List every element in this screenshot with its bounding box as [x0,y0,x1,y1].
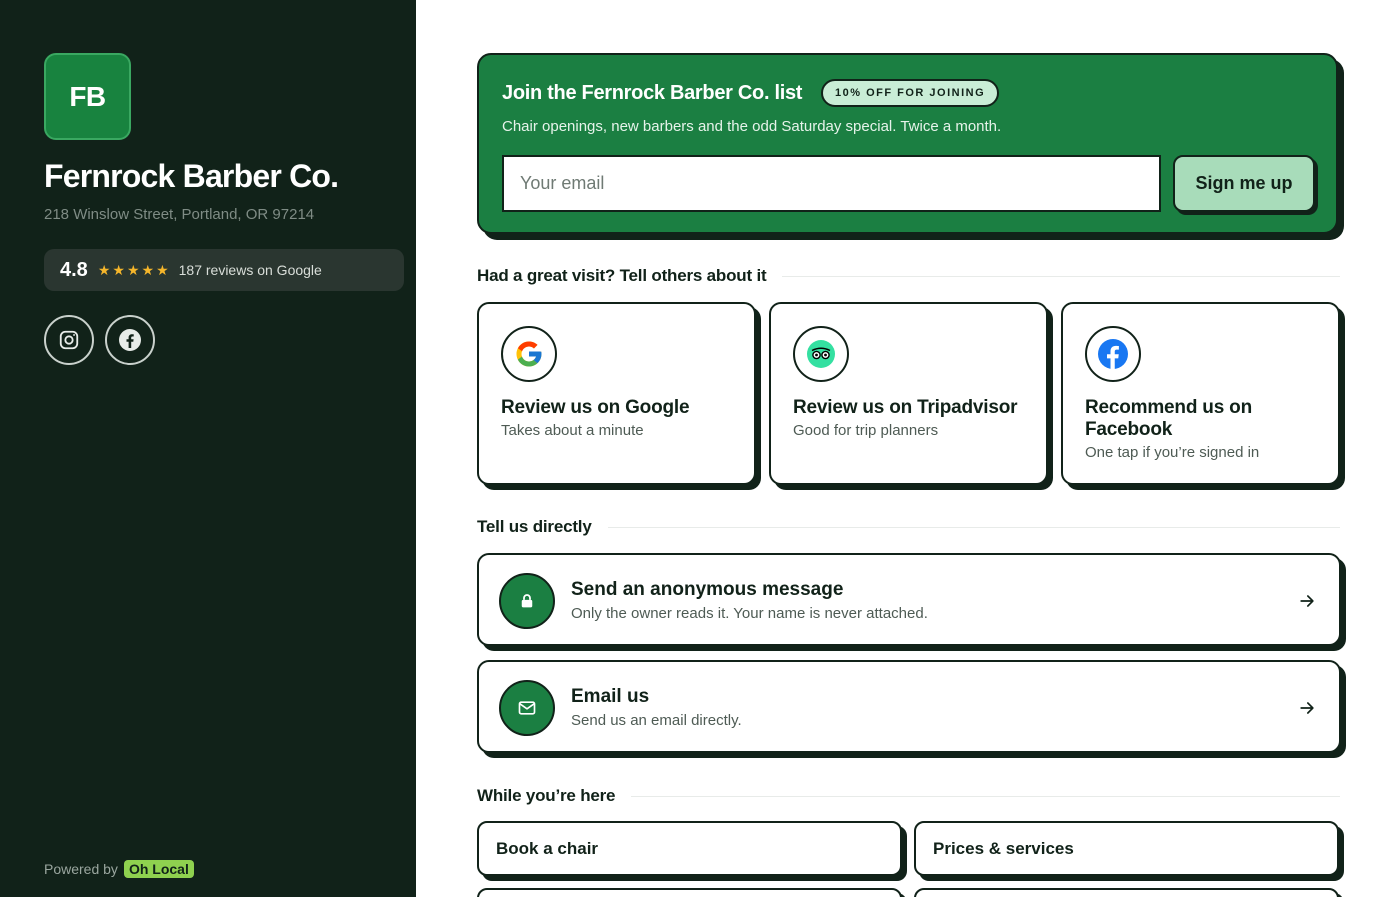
reviews-section-header: Had a great visit? Tell others about it [477,266,1340,286]
google-icon [516,341,542,367]
arrow-right-icon [1300,595,1314,607]
review-google-subtitle: Takes about a minute [501,422,644,439]
reviews-count: 187 reviews on Google [178,262,322,278]
divider [631,795,1340,797]
star-icon: ★ [126,262,140,278]
more-section-title: While you’re here [477,786,616,805]
signup-title: Join the Fernrock Barber Co. list [502,82,803,104]
rating-summary[interactable]: 4.8 ★ ★ ★ ★ ★ 187 reviews on Google [44,249,404,291]
divider [782,275,1340,277]
business-logo: FB [44,53,131,140]
reviews-section-title: Had a great visit? Tell others about it [477,266,767,285]
link-card-partial[interactable] [914,888,1339,897]
book-a-chair-link[interactable]: Book a chair [477,821,902,876]
business-address: 218 Winslow Street, Portland, OR 97214 [44,206,315,223]
email-us-subtitle: Send us an email directly. [571,712,742,729]
star-icon: ★ [156,262,169,278]
review-facebook-subtitle: One tap if you’re signed in [1085,444,1260,461]
powered-by-label: Powered by [44,861,118,877]
direct-section-header: Tell us directly [477,517,1340,537]
star-rating: ★ ★ ★ ★ ★ [98,263,169,277]
facebook-icon [119,329,141,351]
star-icon: ★ [97,262,111,278]
oh-local-brand[interactable]: Oh Local [123,860,194,878]
powered-by: Powered by Oh Local [44,860,194,878]
lock-icon [521,594,533,608]
review-facebook-card[interactable]: Recommend us on Facebook One tap if you’… [1061,302,1340,485]
email-input[interactable] [502,155,1161,212]
sidebar: FB Fernrock Barber Co. 218 Winslow Stree… [0,0,416,897]
review-tripadvisor-card[interactable]: Review us on Tripadvisor Good for trip p… [769,302,1048,485]
mail-icon-badge [499,680,555,736]
anonymous-message-title: Send an anonymous message [571,579,844,600]
instagram-link[interactable] [44,315,94,365]
review-tripadvisor-title: Review us on Tripadvisor [793,397,1018,418]
star-icon: ★ [112,262,125,278]
facebook-icon-badge [1085,326,1141,382]
email-us-card[interactable]: Email us Send us an email directly. [477,660,1341,753]
review-facebook-title: Recommend us on Facebook [1085,397,1252,440]
prices-services-link[interactable]: Prices & services [914,821,1339,876]
instagram-icon [59,330,79,350]
business-name: Fernrock Barber Co. [44,158,339,194]
tripadvisor-icon-badge [793,326,849,382]
review-tripadvisor-subtitle: Good for trip planners [793,422,939,439]
newsletter-signup: Join the Fernrock Barber Co. list 10% OF… [477,53,1338,234]
sign-up-button[interactable]: Sign me up [1173,155,1315,212]
anonymous-message-card[interactable]: Send an anonymous message Only the owner… [477,553,1341,646]
link-card-partial[interactable] [477,888,902,897]
discount-badge: 10% OFF FOR JOINING [821,79,1000,107]
star-icon: ★ [141,262,155,278]
tripadvisor-icon [807,340,835,368]
google-icon-badge [501,326,557,382]
more-section-header: While you’re here [477,786,1340,806]
main-content: Join the Fernrock Barber Co. list 10% OF… [416,0,1400,897]
review-google-title: Review us on Google [501,397,690,418]
facebook-icon [1098,339,1128,369]
signup-subtitle: Chair openings, new barbers and the odd … [502,118,1002,135]
email-us-title: Email us [571,686,650,707]
anonymous-message-subtitle: Only the owner reads it. Your name is ne… [571,605,928,622]
mail-icon [518,701,536,715]
direct-section-title: Tell us directly [477,517,592,536]
lock-icon-badge [499,573,555,629]
arrow-right-icon [1300,702,1314,714]
divider [607,526,1340,528]
rating-value: 4.8 [60,258,88,281]
facebook-link[interactable] [105,315,155,365]
review-google-card[interactable]: Review us on Google Takes about a minute [477,302,756,485]
